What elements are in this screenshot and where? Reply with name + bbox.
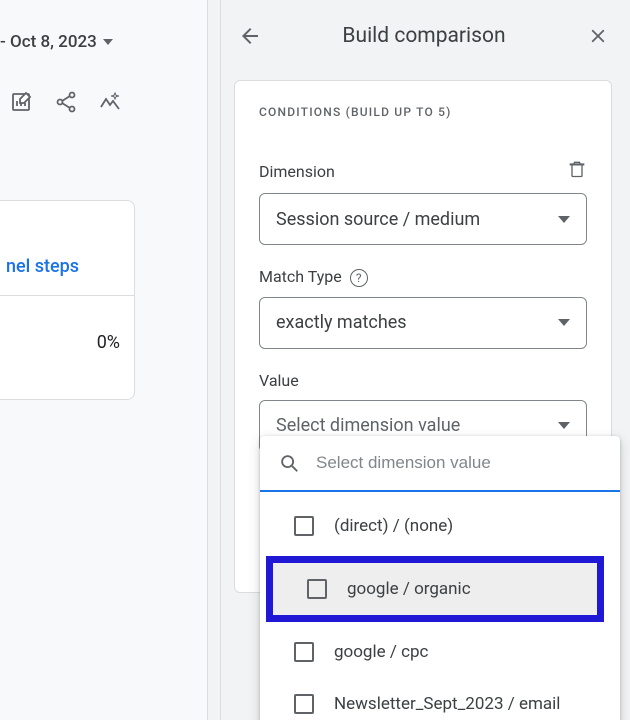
trash-icon	[567, 159, 587, 179]
dropdown-search-input[interactable]	[316, 453, 602, 473]
close-button[interactable]	[578, 16, 618, 56]
dropdown-option-label: Newsletter_Sept_2023 / email	[334, 694, 560, 714]
dropdown-option-label: google / organic	[347, 579, 471, 599]
report-action-row	[10, 90, 122, 118]
dropdown-option-label: google / cpc	[334, 642, 428, 662]
report-card-fragment: nel steps 0%	[0, 200, 135, 400]
panel-divider	[220, 0, 221, 720]
value-label: Value	[259, 371, 299, 390]
dropdown-option[interactable]: google / cpc	[260, 626, 620, 678]
value-select-placeholder: Select dimension value	[276, 415, 460, 436]
checkbox-icon	[294, 694, 314, 714]
dropdown-options: (direct) / (none) google / organic googl…	[260, 492, 620, 720]
dropdown-option-label: (direct) / (none)	[334, 516, 453, 536]
match-type-select[interactable]: exactly matches	[259, 297, 587, 349]
match-type-select-value: exactly matches	[276, 312, 407, 333]
back-icon	[238, 24, 262, 48]
dropdown-search-row	[260, 436, 620, 492]
value-row-header: Value	[259, 371, 587, 390]
left-column: - Oct 8, 2023 nel steps	[0, 0, 207, 720]
share-icon[interactable]	[54, 90, 78, 118]
date-range-picker[interactable]: - Oct 8, 2023	[0, 32, 113, 52]
dimension-row-header: Dimension	[259, 159, 587, 183]
value-dropdown: (direct) / (none) google / organic googl…	[260, 436, 620, 720]
panel-header: Build comparison	[230, 10, 618, 62]
dimension-label: Dimension	[259, 162, 335, 181]
dropdown-option[interactable]: Newsletter_Sept_2023 / email	[260, 678, 620, 720]
panel-title: Build comparison	[286, 24, 562, 48]
dropdown-option[interactable]: google / organic	[273, 563, 597, 615]
delete-condition-button[interactable]	[567, 159, 587, 183]
dimension-select-value: Session source / medium	[276, 209, 480, 230]
search-icon	[278, 452, 300, 474]
checkbox-icon	[294, 642, 314, 662]
customize-report-icon[interactable]	[10, 90, 34, 118]
conditions-heading: CONDITIONS (BUILD UP TO 5)	[259, 105, 587, 119]
date-range-text: - Oct 8, 2023	[0, 32, 97, 52]
match-type-label-text: Match Type	[259, 267, 342, 286]
chevron-down-icon	[558, 422, 570, 429]
close-icon	[587, 25, 609, 47]
dimension-select[interactable]: Session source / medium	[259, 193, 587, 245]
chevron-down-icon	[558, 319, 570, 326]
chevron-down-icon	[558, 216, 570, 223]
funnel-value: 0%	[0, 296, 134, 353]
back-button[interactable]	[230, 16, 270, 56]
annotation-highlight: google / organic	[266, 556, 604, 622]
dropdown-option[interactable]: (direct) / (none)	[260, 500, 620, 552]
match-type-row-header: Match Type ?	[259, 267, 587, 287]
checkbox-icon	[294, 516, 314, 536]
insights-icon[interactable]	[98, 90, 122, 118]
funnel-steps-link[interactable]: nel steps	[0, 256, 134, 277]
match-type-label: Match Type ?	[259, 267, 368, 287]
checkbox-icon	[307, 579, 327, 599]
chevron-down-icon	[103, 39, 113, 45]
help-icon[interactable]: ?	[350, 269, 368, 287]
